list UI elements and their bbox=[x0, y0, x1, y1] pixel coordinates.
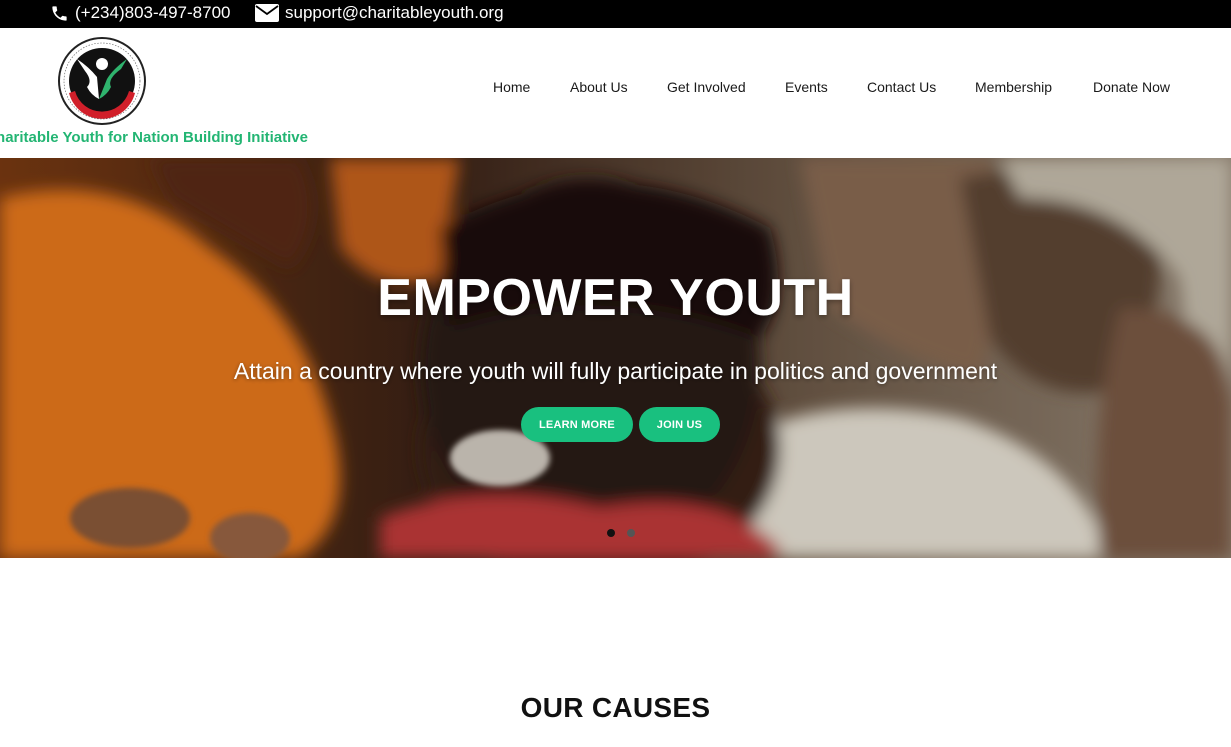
slider-dot-2[interactable] bbox=[627, 529, 635, 537]
nav-contact-us[interactable]: Contact Us bbox=[867, 79, 936, 95]
learn-more-button[interactable]: LEARN MORE bbox=[521, 407, 633, 442]
phone-number: (+234)803-497-8700 bbox=[75, 3, 231, 22]
envelope-icon bbox=[255, 4, 279, 22]
causes-heading: OUR CAUSES bbox=[520, 692, 711, 723]
nav-home[interactable]: Home bbox=[493, 79, 530, 95]
hero-subtitle: Attain a country where youth will fully … bbox=[233, 358, 998, 384]
nav-donate-now[interactable]: Donate Now bbox=[1093, 79, 1170, 95]
site-header: Charitable Youth for Nation Building Ini… bbox=[0, 28, 1231, 158]
org-name-text: Charitable Youth for Nation Building Ini… bbox=[0, 129, 308, 146]
org-name: Charitable Youth for Nation Building Ini… bbox=[0, 129, 340, 149]
email-address: support@charitableyouth.org bbox=[285, 3, 504, 22]
main-nav: Home About Us Get Involved Events Contac… bbox=[0, 79, 1231, 99]
hero-slider: EMPOWER YOUTH Attain a country where you… bbox=[0, 158, 1231, 558]
slider-dot-1[interactable] bbox=[607, 529, 615, 537]
email-contact[interactable]: support@charitableyouth.org bbox=[255, 3, 504, 23]
phone-contact[interactable]: (+234)803-497-8700 bbox=[50, 3, 230, 23]
nav-events[interactable]: Events bbox=[785, 79, 828, 95]
nav-about-us[interactable]: About Us bbox=[570, 79, 628, 95]
join-us-button[interactable]: JOIN US bbox=[639, 407, 720, 442]
contact-bar: (+234)803-497-8700 support@charitableyou… bbox=[0, 0, 1231, 28]
hero-title: EMPOWER YOUTH bbox=[377, 269, 854, 327]
nav-get-involved[interactable]: Get Involved bbox=[667, 79, 746, 95]
phone-icon bbox=[50, 4, 69, 23]
nav-membership[interactable]: Membership bbox=[975, 79, 1052, 95]
